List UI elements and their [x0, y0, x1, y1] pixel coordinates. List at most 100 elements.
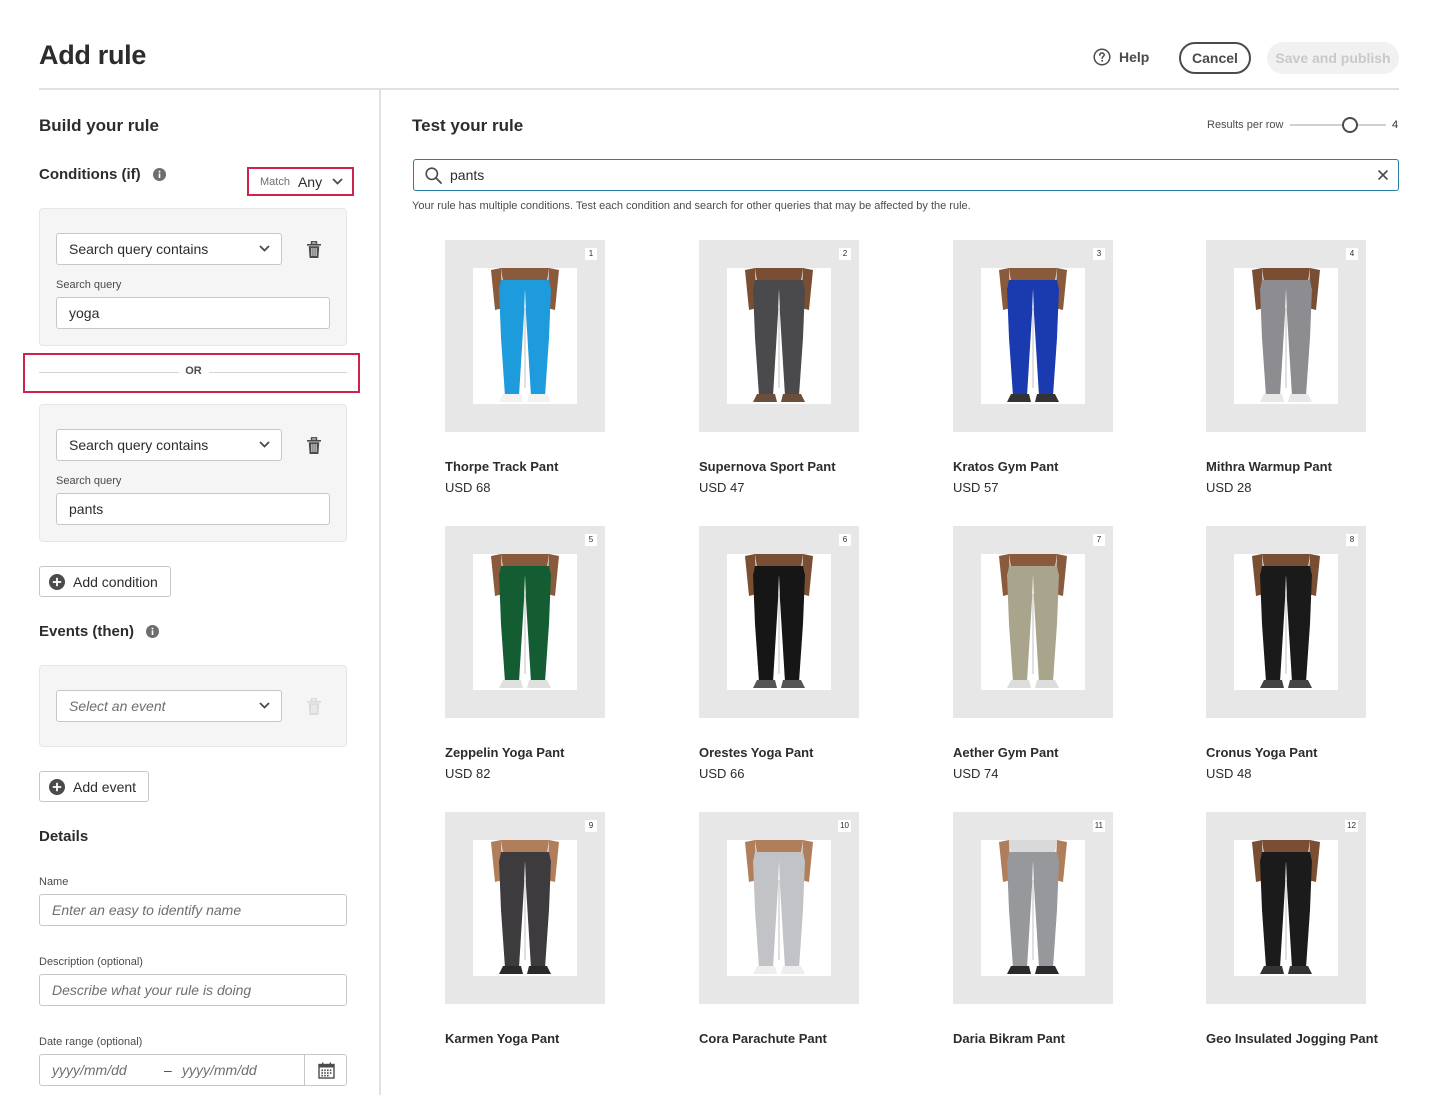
- event-select-placeholder: Select an event: [69, 698, 166, 714]
- or-label: OR: [185, 365, 202, 377]
- events-heading: Events (then): [39, 623, 160, 640]
- search-query-value: pants: [69, 501, 104, 517]
- add-condition-label: Add condition: [73, 573, 158, 590]
- conditions-title: Conditions (if): [39, 166, 141, 183]
- product-image-frame: 7: [953, 526, 1113, 718]
- rank-badge: 8: [1346, 534, 1358, 546]
- date-to-input[interactable]: yyyy/mm/dd: [182, 1062, 257, 1078]
- pants-image: [1234, 268, 1338, 404]
- search-query-input[interactable]: pants: [56, 493, 330, 525]
- product-name: Mithra Warmup Pant: [1206, 459, 1332, 474]
- delete-condition-icon[interactable]: [306, 437, 322, 455]
- condition-card: Search query contains Search query pants: [39, 404, 347, 542]
- product-card[interactable]: 7 Aether Gym Pant USD 74: [953, 526, 1133, 781]
- pants-image: [473, 554, 577, 690]
- product-photo: [727, 840, 831, 976]
- event-card: Select an event: [39, 665, 347, 747]
- condition-type-select[interactable]: Search query contains: [56, 233, 282, 265]
- product-card[interactable]: 8 Cronus Yoga Pant USD 48: [1206, 526, 1386, 781]
- build-title: Build your rule: [39, 116, 159, 135]
- page-title: Add rule: [39, 40, 147, 70]
- name-input[interactable]: Enter an easy to identify name: [39, 894, 347, 926]
- product-card[interactable]: 9 Karmen Yoga Pant: [445, 812, 625, 1062]
- pants-image: [473, 268, 577, 404]
- pants-image: [727, 268, 831, 404]
- rank-badge: 12: [1345, 820, 1358, 832]
- pants-image: [1234, 840, 1338, 976]
- date-range-picker[interactable]: yyyy/mm/dd – yyyy/mm/dd: [39, 1054, 347, 1086]
- events-title: Events (then): [39, 623, 135, 640]
- product-name: Supernova Sport Pant: [699, 459, 836, 474]
- product-name: Daria Bikram Pant: [953, 1031, 1065, 1046]
- condition-type-value: Search query contains: [69, 241, 209, 257]
- product-price: USD 74: [953, 766, 999, 781]
- description-label: Description (optional): [39, 956, 143, 968]
- pants-image: [981, 840, 1085, 976]
- help-icon: [1093, 48, 1111, 66]
- product-card[interactable]: 12 Geo Insulated Jogging Pant: [1206, 812, 1386, 1062]
- condition-type-select[interactable]: Search query contains: [56, 429, 282, 461]
- results-per-row-slider[interactable]: [1290, 115, 1386, 135]
- product-card[interactable]: 4 Mithra Warmup Pant USD 28: [1206, 240, 1386, 495]
- test-title: Test your rule: [412, 116, 524, 135]
- search-value: pants: [450, 167, 485, 183]
- rank-badge: 5: [585, 534, 597, 546]
- rank-badge: 11: [1092, 820, 1105, 832]
- search-query-value: yoga: [69, 305, 100, 321]
- delete-condition-icon[interactable]: [306, 241, 322, 259]
- product-card[interactable]: 2 Supernova Sport Pant USD 47: [699, 240, 879, 495]
- calendar-button[interactable]: [304, 1055, 347, 1085]
- product-photo: [473, 268, 577, 404]
- add-circle-icon: [49, 573, 65, 590]
- details-title: Details: [39, 828, 89, 845]
- info-icon[interactable]: [152, 168, 166, 181]
- chevron-down-icon: [259, 245, 270, 252]
- product-card[interactable]: 1 Thorpe Track Pant USD 68: [445, 240, 625, 495]
- delete-event-icon[interactable]: [306, 698, 322, 716]
- product-image-frame: 5: [445, 526, 605, 718]
- chevron-down-icon: [259, 441, 270, 448]
- cancel-button[interactable]: Cancel: [1179, 42, 1251, 74]
- product-image-frame: 9: [445, 812, 605, 1004]
- product-card[interactable]: 11 Daria Bikram Pant: [953, 812, 1133, 1062]
- product-image-frame: 4: [1206, 240, 1366, 432]
- product-card[interactable]: 5 Zeppelin Yoga Pant USD 82: [445, 526, 625, 781]
- date-from-input[interactable]: yyyy/mm/dd: [52, 1062, 127, 1078]
- product-name: Thorpe Track Pant: [445, 459, 559, 474]
- add-event-label: Add event: [73, 778, 137, 795]
- pants-image: [981, 268, 1085, 404]
- product-price: USD 66: [699, 766, 745, 781]
- event-select[interactable]: Select an event: [56, 690, 282, 722]
- product-image-frame: 10: [699, 812, 859, 1004]
- info-icon[interactable]: [146, 625, 160, 638]
- search-query-input[interactable]: yoga: [56, 297, 330, 329]
- pants-image: [727, 554, 831, 690]
- slider-handle[interactable]: [1342, 117, 1358, 133]
- test-search-input[interactable]: pants: [413, 159, 1399, 191]
- search-query-label: Search query: [56, 279, 122, 291]
- condition-type-value: Search query contains: [69, 437, 209, 453]
- description-input[interactable]: Describe what your rule is doing: [39, 974, 347, 1006]
- product-photo: [981, 554, 1085, 690]
- help-link[interactable]: Help: [1093, 46, 1149, 68]
- rank-badge: 4: [1346, 248, 1358, 260]
- clear-icon[interactable]: [1377, 169, 1389, 181]
- product-card[interactable]: 10 Cora Parachute Pant: [699, 812, 879, 1062]
- rank-badge: 10: [838, 820, 851, 832]
- product-card[interactable]: 3 Kratos Gym Pant USD 57: [953, 240, 1133, 495]
- help-label: Help: [1119, 49, 1150, 65]
- product-image-frame: 3: [953, 240, 1113, 432]
- product-photo: [981, 268, 1085, 404]
- save-and-publish-button[interactable]: Save and publish: [1267, 42, 1399, 74]
- product-photo: [473, 840, 577, 976]
- product-card[interactable]: 6 Orestes Yoga Pant USD 66: [699, 526, 879, 781]
- header: Add rule Help Cancel Save and publish: [0, 0, 1440, 90]
- product-photo: [727, 268, 831, 404]
- add-event-button[interactable]: Add event: [39, 771, 150, 802]
- product-image-frame: 6: [699, 526, 859, 718]
- add-condition-button[interactable]: Add condition: [39, 566, 171, 597]
- match-dropdown[interactable]: Match Any: [247, 167, 354, 196]
- results-per-row-label: Results per row: [1207, 119, 1284, 131]
- chevron-down-icon: [259, 702, 270, 709]
- or-line-right: [209, 372, 347, 373]
